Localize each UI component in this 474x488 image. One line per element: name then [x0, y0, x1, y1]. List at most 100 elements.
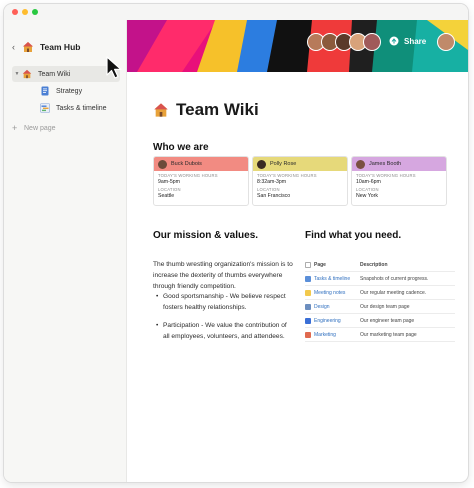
hours-value: 9am-5pm [158, 179, 180, 185]
page-column-header: Page [305, 262, 360, 268]
avatar [257, 159, 266, 169]
table-row: Engineering Our engineer team page [305, 314, 455, 328]
sidebar-title: Team Hub [40, 42, 81, 52]
mission-heading: Our mission & values. [153, 230, 259, 241]
new-page-button[interactable]: + New page [12, 120, 56, 136]
table-row: Marketing Our marketing team page [305, 328, 455, 342]
sidebar-item-label: Strategy [56, 87, 83, 95]
sidebar-item-tasks-timeline[interactable]: Tasks & timeline [40, 100, 107, 116]
person-card[interactable]: Buck Dubois TODAY'S WORKING HOURS 9am-5p… [153, 156, 249, 206]
house-icon [23, 42, 33, 52]
person-name: Buck Dubois [171, 161, 202, 167]
description-column-header: Description [360, 261, 388, 268]
timeline-icon [40, 103, 50, 113]
mission-text: The thumb wrestling organization's missi… [153, 261, 293, 290]
person-name: James Booth [369, 161, 402, 167]
who-we-are-heading: Who we are [153, 142, 209, 153]
minimize-window-button[interactable] [22, 9, 28, 15]
table-header-row: Page Description [305, 258, 455, 272]
page-link-label: Design [314, 303, 330, 310]
person-card-header: Buck Dubois [154, 157, 248, 171]
table-row: Design Our design team page [305, 300, 455, 314]
megaphone-icon [305, 331, 311, 338]
row-description: Our design team page [360, 303, 410, 310]
close-window-button[interactable] [12, 9, 18, 15]
engineering-icon [305, 317, 311, 324]
row-description: Our engineer team page [360, 317, 415, 324]
page-link[interactable]: Design [305, 303, 360, 310]
zoom-window-button[interactable] [32, 9, 38, 15]
cover-image: Share [127, 20, 468, 72]
house-icon [22, 69, 32, 79]
timeline-icon [305, 275, 311, 282]
list-item: • Participation - We value the contribut… [153, 320, 293, 342]
notes-icon [305, 289, 311, 296]
person-card[interactable]: Polly Rose TODAY'S WORKING HOURS 8:32am-… [252, 156, 348, 206]
collaborator-avatars[interactable] [307, 33, 381, 51]
column-label: Page [314, 261, 326, 268]
location-value: New York [356, 193, 378, 199]
hours-value: 8:32am-3pm [257, 179, 287, 185]
share-label: Share [404, 36, 427, 46]
title-bar [4, 4, 468, 20]
sidebar-item-team-wiki[interactable]: ▼ Team Wiki [12, 66, 120, 82]
house-icon [154, 103, 168, 117]
sidebar-item-label: Tasks & timeline [56, 104, 107, 112]
sidebar-item-label: Team Wiki [38, 70, 71, 78]
location-label: LOCATION [257, 187, 280, 192]
location-label: LOCATION [158, 187, 181, 192]
page-link-label: Tasks & timeline [314, 275, 351, 282]
row-description: Our regular meeting cadence. [360, 289, 427, 296]
app-window: ‹ Team Hub ▼ Team Wiki Strategy Tasks & … [4, 4, 468, 482]
sidebar-header: ‹ Team Hub [12, 40, 80, 54]
share-icon [389, 36, 399, 46]
table-row: Tasks & timeline Snapshots of current pr… [305, 272, 455, 286]
hours-value: 10am-6pm [356, 179, 381, 185]
hours-label: TODAY'S WORKING HOURS [257, 173, 317, 178]
bullet-icon: • [156, 322, 159, 329]
document-icon [41, 86, 49, 96]
page-link-label: Meeting notes [314, 289, 346, 296]
pages-table: Page Description Tasks & timeline Snapsh… [305, 258, 455, 342]
main-content: Share Team Wiki Who we are Buck Dubois T… [127, 20, 468, 482]
share-button[interactable]: Share [389, 36, 426, 46]
person-card[interactable]: James Booth TODAY'S WORKING HOURS 10am-6… [351, 156, 447, 206]
cover-art-image [127, 20, 468, 72]
page-link[interactable]: Engineering [305, 317, 360, 324]
values-list: • Good sportsmanship - We believe respec… [153, 291, 293, 349]
sidebar-item-strategy[interactable]: Strategy [40, 83, 82, 99]
find-heading: Find what you need. [305, 230, 402, 241]
design-icon [305, 303, 311, 310]
current-user-avatar[interactable] [437, 33, 455, 51]
plus-icon: + [12, 123, 18, 133]
page-link-label: Marketing [314, 331, 336, 338]
avatar[interactable] [363, 33, 381, 51]
page-title-text: Team Wiki [176, 100, 259, 119]
location-value: Seattle [158, 193, 175, 199]
person-name: Polly Rose [270, 161, 297, 167]
avatar [158, 159, 167, 169]
back-button[interactable]: ‹ [12, 42, 22, 52]
list-item: • Good sportsmanship - We believe respec… [153, 291, 293, 313]
table-row: Meeting notes Our regular meeting cadenc… [305, 286, 455, 300]
page-link[interactable]: Tasks & timeline [305, 275, 360, 282]
person-card-header: Polly Rose [253, 157, 347, 171]
expand-triangle-icon[interactable]: ▼ [12, 71, 22, 77]
page-link-label: Engineering [314, 317, 341, 324]
hours-label: TODAY'S WORKING HOURS [158, 173, 218, 178]
new-page-label: New page [24, 124, 56, 132]
value-text: Participation - We value the contributio… [163, 322, 287, 340]
page-link[interactable]: Meeting notes [305, 289, 360, 296]
page-link[interactable]: Marketing [305, 331, 360, 338]
mouse-pointer-icon [106, 56, 122, 79]
page-icon [305, 261, 311, 268]
bullet-icon: • [156, 293, 159, 300]
location-label: LOCATION [356, 187, 379, 192]
page-title: Team Wiki [153, 100, 259, 120]
value-text: Good sportsmanship - We believe respect … [163, 293, 286, 311]
hours-label: TODAY'S WORKING HOURS [356, 173, 416, 178]
sidebar: ‹ Team Hub ▼ Team Wiki Strategy Tasks & … [4, 20, 127, 482]
location-value: San Francisco [257, 193, 291, 199]
row-description: Our marketing team page [360, 331, 417, 338]
row-description: Snapshots of current progress. [360, 275, 429, 282]
